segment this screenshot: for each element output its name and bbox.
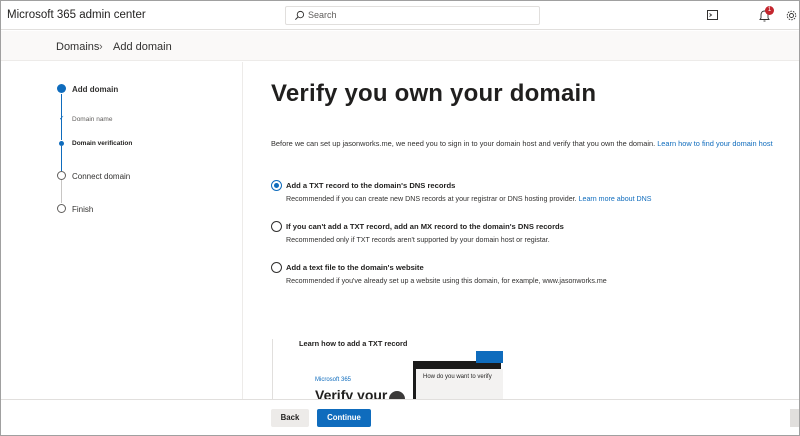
option-title-txt[interactable]: Add a TXT record to the domain's DNS rec… — [286, 181, 455, 190]
terminal-icon[interactable] — [707, 10, 718, 20]
search-icon — [295, 10, 305, 20]
video-title: Learn how to add a TXT record — [299, 339, 408, 348]
step-connector — [61, 180, 62, 203]
checkmark-icon: ✓ — [59, 115, 65, 122]
chevron-right-icon: › — [99, 41, 103, 53]
page-title: Verify you own your domain — [271, 80, 597, 107]
video-screen-text: How do you want to verify — [423, 374, 492, 380]
find-domain-host-link[interactable]: Learn how to find your domain host — [657, 139, 772, 148]
option-title-file[interactable]: Add a text file to the domain's website — [286, 263, 424, 272]
option-desc-txt: Recommended if you can create new DNS re… — [286, 195, 652, 203]
step-connect-domain[interactable]: Connect domain — [72, 172, 130, 181]
option-desc-mx: Recommended only if TXT records aren't s… — [286, 236, 550, 244]
radio-text-file[interactable] — [271, 262, 282, 273]
step-connector — [61, 146, 62, 171]
video-brand: Microsoft 365 — [315, 377, 352, 383]
footer-bar: Back Continue — [1, 399, 799, 435]
main-content: Verify you own your domain Before we can… — [244, 62, 799, 400]
step-finish[interactable]: Finish — [72, 205, 93, 214]
scrollbar[interactable] — [790, 409, 799, 427]
video-accent — [476, 351, 503, 363]
step-indicator-finish — [57, 204, 66, 213]
option-desc-txt-text: Recommended if you can create new DNS re… — [286, 195, 577, 203]
video-card[interactable]: Learn how to add a TXT record How do you… — [272, 339, 503, 400]
radio-txt-record[interactable] — [271, 180, 282, 191]
breadcrumb-domains[interactable]: Domains — [56, 41, 99, 53]
step-domain-verification[interactable]: Domain verification — [72, 140, 132, 147]
intro-body: Before we can set up jasonworks.me, we n… — [271, 139, 656, 148]
app-title[interactable]: Microsoft 365 admin center — [7, 9, 146, 21]
breadcrumb-add-domain: Add domain — [113, 41, 172, 53]
step-domain-name[interactable]: Domain name — [72, 116, 112, 123]
step-indicator-connect-domain — [57, 171, 66, 180]
search-box[interactable]: Search — [285, 6, 540, 25]
gear-icon[interactable] — [786, 10, 797, 21]
continue-button[interactable]: Continue — [317, 409, 371, 427]
search-input[interactable]: Search — [308, 10, 337, 20]
notification-badge: 1 — [765, 6, 774, 15]
step-add-domain[interactable]: Add domain — [72, 85, 118, 94]
radio-mx-record[interactable] — [271, 221, 282, 232]
learn-dns-link[interactable]: Learn more about DNS — [579, 195, 652, 203]
intro-text: Before we can set up jasonworks.me, we n… — [271, 139, 773, 148]
back-button[interactable]: Back — [271, 409, 309, 427]
wizard-stepper: Add domain ✓ Domain name Domain verifica… — [1, 62, 243, 400]
option-desc-file: Recommended if you've already set up a w… — [286, 277, 607, 285]
step-indicator-add-domain — [57, 84, 66, 93]
top-bar: Microsoft 365 admin center Search 1 — [1, 1, 799, 30]
option-title-mx[interactable]: If you can't add a TXT record, add an MX… — [286, 222, 564, 231]
